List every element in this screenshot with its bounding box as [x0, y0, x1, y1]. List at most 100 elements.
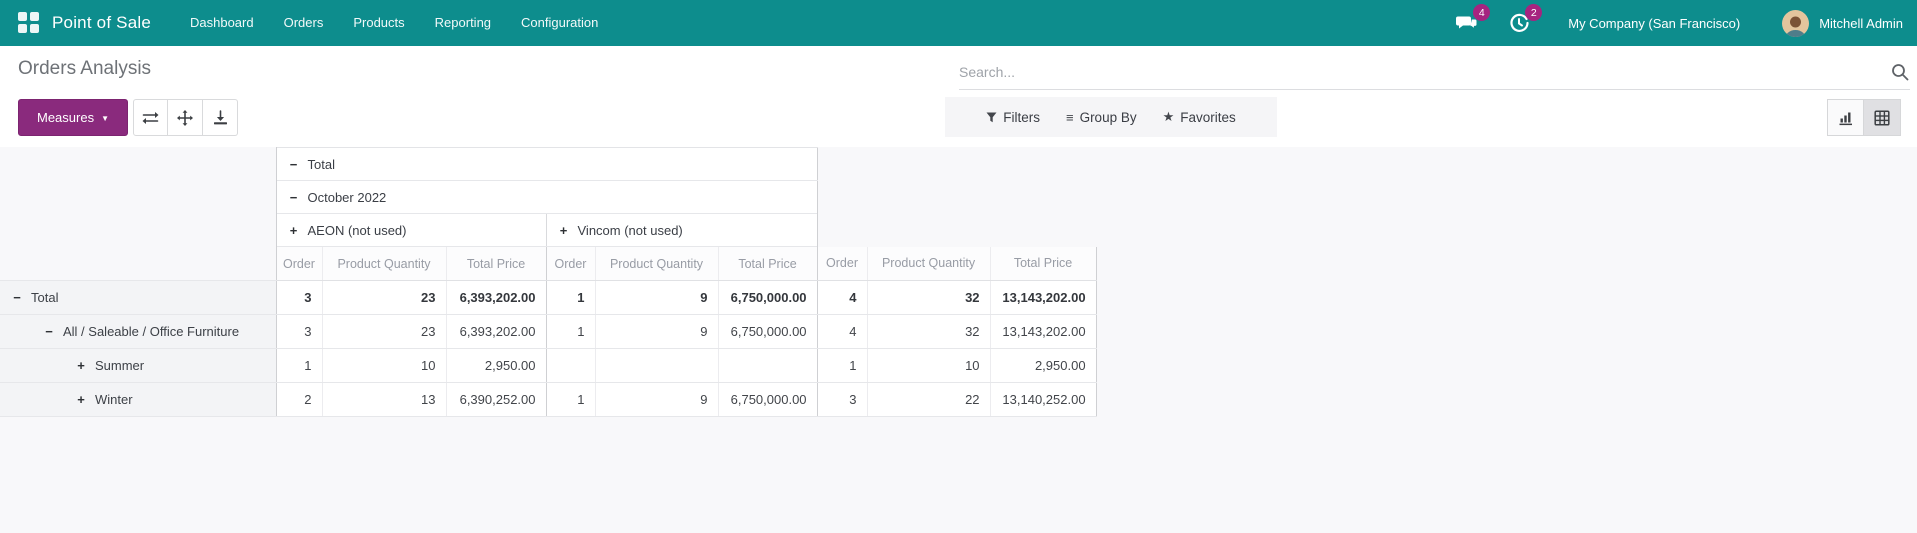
- measure-header[interactable]: Order: [546, 247, 595, 281]
- col-header-total-label: Total: [308, 157, 335, 172]
- pivot-cell: 4: [817, 281, 867, 315]
- main-menu: Dashboard Orders Products Reporting Conf…: [175, 0, 613, 46]
- expand-icon[interactable]: +: [559, 223, 569, 238]
- download-icon: [213, 110, 228, 125]
- col-group-vincom-label: Vincom (not used): [578, 223, 683, 238]
- bar-chart-icon: [1838, 110, 1854, 126]
- pivot-cell: 3: [276, 281, 322, 315]
- pivot-view-button[interactable]: [1864, 99, 1901, 136]
- funnel-icon: [986, 112, 997, 123]
- col-header-total[interactable]: −Total: [276, 148, 817, 181]
- row-label-text: Total: [31, 290, 58, 305]
- pivot-cell: 6,750,000.00: [718, 383, 817, 417]
- app-name[interactable]: Point of Sale: [52, 13, 151, 33]
- expand-icon[interactable]: +: [289, 223, 299, 238]
- table-row: +Winter 2 13 6,390,252.00 1 9 6,750,000.…: [0, 383, 1096, 417]
- pivot-cell: 10: [867, 349, 990, 383]
- measure-header[interactable]: Product Quantity: [867, 247, 990, 281]
- pivot-cell: 6,390,252.00: [446, 383, 546, 417]
- measures-label: Measures: [37, 110, 94, 125]
- expand-icon[interactable]: +: [76, 358, 86, 373]
- group-by-icon: ≡: [1066, 110, 1074, 125]
- pivot-cell: 3: [276, 315, 322, 349]
- pivot-cell: 23: [322, 281, 446, 315]
- pivot-cell: 1: [546, 281, 595, 315]
- pivot-cell: 9: [595, 315, 718, 349]
- search-options-bar: Filters ≡ Group By ★ Favorites: [945, 97, 1277, 137]
- measure-header[interactable]: Total Price: [718, 247, 817, 281]
- collapse-icon[interactable]: −: [12, 290, 22, 305]
- expand-icon[interactable]: +: [76, 392, 86, 407]
- group-by-button[interactable]: ≡ Group By: [1066, 110, 1137, 125]
- navbar-right: 4 2 My Company (San Francisco) Mitchell …: [1452, 8, 1903, 38]
- row-label-text: Summer: [95, 358, 144, 373]
- row-header-category[interactable]: −All / Saleable / Office Furniture: [0, 315, 276, 349]
- page: Point of Sale Dashboard Orders Products …: [0, 0, 1917, 533]
- top-navbar: Point of Sale Dashboard Orders Products …: [0, 0, 1917, 46]
- pivot-cell: 6,750,000.00: [718, 315, 817, 349]
- pivot-cell: 6,393,202.00: [446, 315, 546, 349]
- col-group-vincom[interactable]: + Vincom (not used): [546, 214, 817, 247]
- menu-orders[interactable]: Orders: [269, 0, 339, 46]
- flip-axis-button[interactable]: [133, 99, 168, 136]
- row-header-summer[interactable]: + Summer: [0, 349, 276, 383]
- activities-icon[interactable]: 2: [1504, 8, 1534, 38]
- pivot-cell: 10: [322, 349, 446, 383]
- view-switcher: [1827, 99, 1901, 136]
- search-input[interactable]: [959, 64, 1890, 80]
- pivot-cell: 13,143,202.00: [990, 315, 1096, 349]
- exchange-icon: [142, 111, 159, 125]
- pivot-cell: 2,950.00: [446, 349, 546, 383]
- measure-header[interactable]: Order: [817, 247, 867, 281]
- control-panel: Orders Analysis Measures ▼: [0, 46, 1917, 147]
- pivot-cell: 13,143,202.00: [990, 281, 1096, 315]
- row-label-text: Winter: [95, 392, 133, 407]
- group-by-label: Group By: [1080, 110, 1137, 125]
- pivot-cell: 1: [276, 349, 322, 383]
- measures-button[interactable]: Measures ▼: [18, 99, 128, 136]
- measure-header[interactable]: Product Quantity: [595, 247, 718, 281]
- bar-chart-view-button[interactable]: [1827, 99, 1864, 136]
- row-header-total[interactable]: −Total: [0, 281, 276, 315]
- measure-header[interactable]: Product Quantity: [322, 247, 446, 281]
- menu-dashboard[interactable]: Dashboard: [175, 0, 269, 46]
- pivot-cell: 1: [546, 383, 595, 417]
- menu-reporting[interactable]: Reporting: [420, 0, 506, 46]
- col-header-month-label: October 2022: [308, 190, 387, 205]
- pivot-cell: 6,750,000.00: [718, 281, 817, 315]
- table-row: −Total 3 23 6,393,202.00 1 9 6,750,000.0…: [0, 281, 1096, 315]
- pivot-cell: [546, 349, 595, 383]
- measure-header[interactable]: Total Price: [446, 247, 546, 281]
- user-name[interactable]: Mitchell Admin: [1819, 16, 1903, 31]
- pivot-cell: 23: [322, 315, 446, 349]
- measure-header[interactable]: Order: [276, 247, 322, 281]
- row-header-winter[interactable]: + Winter: [0, 383, 276, 417]
- user-avatar[interactable]: [1782, 10, 1809, 37]
- page-title: Orders Analysis: [18, 58, 151, 80]
- arrows-move-icon: [177, 110, 193, 126]
- expand-all-button[interactable]: [168, 99, 203, 136]
- collapse-icon[interactable]: −: [289, 157, 299, 172]
- menu-configuration[interactable]: Configuration: [506, 0, 613, 46]
- download-xlsx-button[interactable]: [203, 99, 238, 136]
- collapse-icon[interactable]: −: [44, 324, 54, 339]
- menu-products[interactable]: Products: [338, 0, 419, 46]
- search-icon[interactable]: [1890, 62, 1910, 82]
- favorites-button[interactable]: ★ Favorites: [1163, 109, 1236, 125]
- col-header-month[interactable]: −October 2022: [276, 181, 817, 214]
- messages-badge: 4: [1473, 4, 1490, 21]
- messages-icon[interactable]: 4: [1452, 8, 1482, 38]
- favorites-label: Favorites: [1180, 110, 1236, 125]
- col-group-aeon[interactable]: +AEON (not used): [276, 214, 546, 247]
- row-label-text: All / Saleable / Office Furniture: [63, 324, 239, 339]
- collapse-icon[interactable]: −: [289, 190, 299, 205]
- measure-header[interactable]: Total Price: [990, 247, 1096, 281]
- pivot-cell: 32: [867, 315, 990, 349]
- company-switcher[interactable]: My Company (San Francisco): [1568, 16, 1740, 31]
- apps-grid-icon[interactable]: [18, 12, 40, 34]
- filters-button[interactable]: Filters: [986, 110, 1040, 125]
- pivot-cell: 9: [595, 281, 718, 315]
- filters-label: Filters: [1003, 110, 1040, 125]
- pivot-view: −Total −October 2022 +AEON (not used) +V…: [0, 147, 1917, 533]
- star-icon: ★: [1163, 109, 1175, 125]
